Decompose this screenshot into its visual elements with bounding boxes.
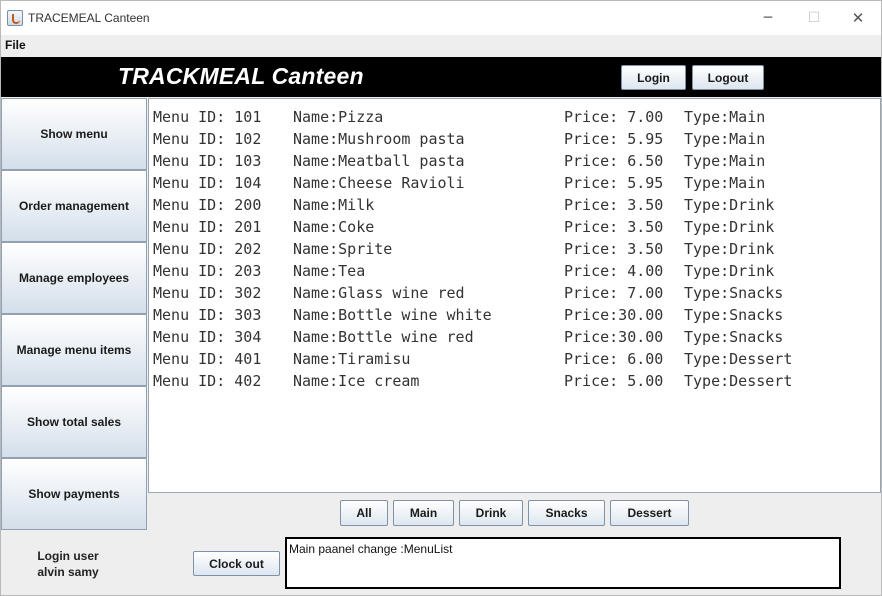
title-bar: TRACEMEAL Canteen ─ ☐ ✕ [1, 1, 881, 35]
menu-name: Name:Sprite [293, 240, 393, 258]
menu-list-row: Menu ID: 102 Name:Mushroom pasta Price: 5.… [153, 130, 873, 152]
menu-name: Name:Tiramisu [293, 350, 411, 368]
menu-price: Price: 6.50 [564, 152, 664, 170]
menu-id: Menu ID: 402 [153, 372, 262, 390]
menu-name: Name:Glass wine red [293, 284, 465, 302]
menu-id: Menu ID: 302 [153, 284, 262, 302]
status-message: Main paanel change :MenuList [289, 542, 453, 556]
menu-name: Name:Tea [293, 262, 366, 280]
menu-price: Price: 6.00 [564, 350, 664, 368]
menu-id: Menu ID: 102 [153, 130, 262, 148]
menu-name: Name:Ice cream [293, 372, 420, 390]
manage-menu-items-button[interactable]: Manage menu items [1, 314, 147, 386]
filter-all-button[interactable]: All [340, 500, 388, 526]
header-title: TRACKMEAL Canteen [118, 63, 364, 89]
menu-bar: File [1, 35, 881, 56]
status-area: Main paanel change :MenuList [285, 537, 841, 589]
menu-id: Menu ID: 101 [153, 108, 262, 126]
menu-type: Type:Drink [684, 240, 775, 258]
menu-list-panel: Menu ID: 101 Name:Pizza Price: 7.00 Type:Ma… [148, 98, 881, 493]
menu-price: Price: 3.50 [564, 240, 664, 258]
show-total-sales-button[interactable]: Show total sales [1, 386, 147, 458]
menu-name: Name:Pizza [293, 108, 384, 126]
menu-list-row: Menu ID: 402 Name:Ice cream Price: 5.00 Typ… [153, 372, 873, 394]
menu-type: Type:Main [684, 108, 766, 126]
java-app-icon [7, 10, 23, 26]
app-window: TRACEMEAL Canteen ─ ☐ ✕ File TRACKMEAL C… [0, 0, 882, 596]
menu-name: Name:Milk [293, 196, 375, 214]
menu-type: Type:Dessert [684, 350, 793, 368]
menu-type: Type:Snacks [684, 328, 784, 346]
menu-type: Type:Dessert [684, 372, 793, 390]
menu-price: Price:30.00 [564, 306, 664, 324]
menu-list-row: Menu ID: 104 Name:Cheese Ravioli Price: 5.… [153, 174, 873, 196]
menu-name: Name:Bottle wine red [293, 328, 474, 346]
menu-type: Type:Drink [684, 262, 775, 280]
menu-file[interactable]: File [5, 38, 26, 52]
menu-list-row: Menu ID: 101 Name:Pizza Price: 7.00 Type:Ma… [153, 108, 873, 130]
menu-list-row: Menu ID: 203 Name:Tea Price: 4.00 Type:Drin… [153, 262, 873, 284]
menu-name: Name:Coke [293, 218, 375, 236]
menu-list-row: Menu ID: 303 Name:Bottle wine white Price:… [153, 306, 873, 328]
menu-list-row: Menu ID: 103 Name:Meatball pasta Price: 6.… [153, 152, 873, 174]
menu-price: Price: 3.50 [564, 196, 664, 214]
menu-price: Price: 7.00 [564, 284, 664, 302]
menu-list-row: Menu ID: 401 Name:Tiramisu Price: 6.00 Type… [153, 350, 873, 372]
menu-price: Price: 3.50 [564, 218, 664, 236]
menu-id: Menu ID: 103 [153, 152, 262, 170]
menu-type: Type:Drink [684, 196, 775, 214]
menu-id: Menu ID: 304 [153, 328, 262, 346]
menu-type: Type:Main [684, 152, 766, 170]
menu-id: Menu ID: 203 [153, 262, 262, 280]
window-title: TRACEMEAL Canteen [28, 11, 150, 25]
menu-price: Price: 7.00 [564, 108, 664, 126]
menu-list-row: Menu ID: 304 Name:Bottle wine red Price:30… [153, 328, 873, 350]
menu-type: Type:Snacks [684, 306, 784, 324]
menu-price: Price: 5.00 [564, 372, 664, 390]
menu-price: Price: 5.95 [564, 174, 664, 192]
menu-id: Menu ID: 401 [153, 350, 262, 368]
logout-button[interactable]: Logout [692, 65, 764, 90]
login-user-name: alvin samy [37, 565, 99, 579]
menu-id: Menu ID: 303 [153, 306, 262, 324]
show-menu-button[interactable]: Show menu [1, 98, 147, 170]
filter-drink-button[interactable]: Drink [459, 500, 523, 526]
menu-list-row: Menu ID: 202 Name:Sprite Price: 3.50 Type:D… [153, 240, 873, 262]
menu-list-row: Menu ID: 302 Name:Glass wine red Price: 7.… [153, 284, 873, 306]
manage-employees-button[interactable]: Manage employees [1, 242, 147, 314]
menu-name: Name:Mushroom pasta [293, 130, 465, 148]
login-user-label: Login user [37, 549, 99, 563]
menu-id: Menu ID: 202 [153, 240, 262, 258]
order-management-button[interactable]: Order management [1, 170, 147, 242]
menu-id: Menu ID: 200 [153, 196, 262, 214]
menu-name: Name:Meatball pasta [293, 152, 465, 170]
menu-id: Menu ID: 201 [153, 218, 262, 236]
maximize-button[interactable]: ☐ [791, 1, 837, 35]
show-payments-button[interactable]: Show payments [1, 458, 147, 530]
menu-price: Price: 4.00 [564, 262, 664, 280]
menu-type: Type:Main [684, 130, 766, 148]
filter-snacks-button[interactable]: Snacks [528, 500, 605, 526]
menu-type: Type:Snacks [684, 284, 784, 302]
menu-list-row: Menu ID: 201 Name:Coke Price: 3.50 Type:Dri… [153, 218, 873, 240]
menu-type: Type:Main [684, 174, 766, 192]
minimize-button[interactable]: ─ [745, 1, 791, 35]
close-button[interactable]: ✕ [835, 1, 881, 35]
menu-name: Name:Cheese Ravioli [293, 174, 465, 192]
filter-dessert-button[interactable]: Dessert [610, 500, 689, 526]
menu-list-row: Menu ID: 200 Name:Milk Price: 3.50 Type:Dri… [153, 196, 873, 218]
menu-type: Type:Drink [684, 218, 775, 236]
menu-id: Menu ID: 104 [153, 174, 262, 192]
filter-main-button[interactable]: Main [393, 500, 454, 526]
login-button[interactable]: Login [621, 65, 686, 90]
menu-name: Name:Bottle wine white [293, 306, 492, 324]
menu-price: Price:30.00 [564, 328, 664, 346]
menu-price: Price: 5.95 [564, 130, 664, 148]
clock-out-button[interactable]: Clock out [193, 551, 280, 576]
